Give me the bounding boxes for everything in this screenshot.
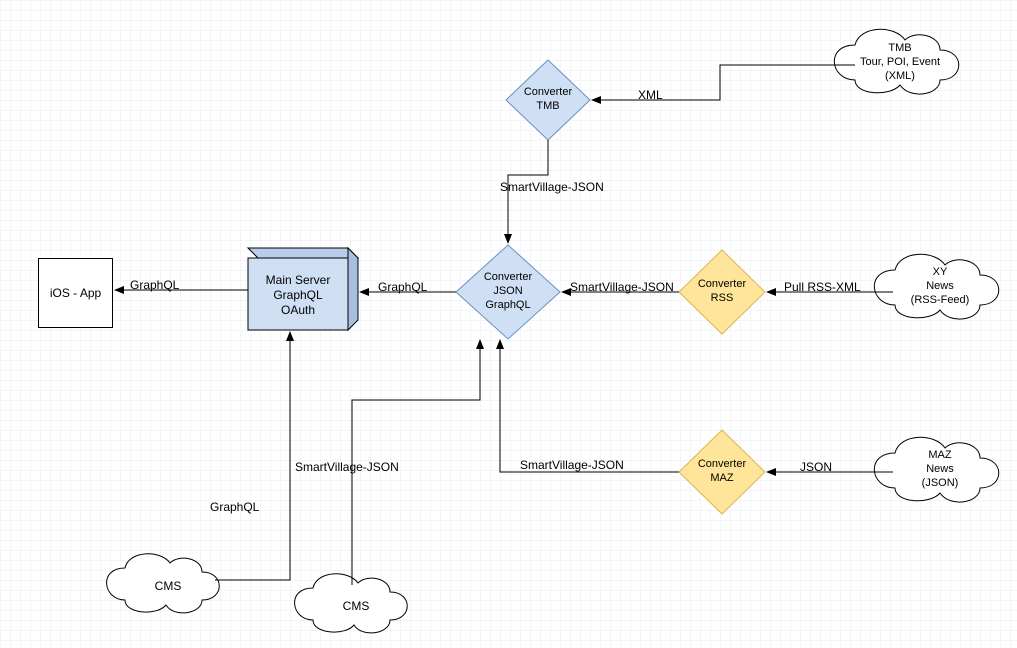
edge-xml: XML: [638, 88, 663, 102]
ios-app-box: iOS - App: [38, 258, 113, 328]
edge-graphql-cms: GraphQL: [210, 500, 259, 514]
cloud-xy-l1: XY: [933, 266, 948, 280]
cloud-cms1-label: CMS: [118, 572, 218, 600]
edge-json: JSON: [800, 460, 832, 474]
cloud-xy-label: XY News (RSS-Feed): [880, 262, 1000, 312]
cloud-tmb-l1: TMB: [888, 42, 911, 56]
edge-graphql-app: GraphQL: [130, 278, 179, 292]
edge-svjson-maz: SmartVillage-JSON: [520, 458, 624, 472]
conv-json-label: Converter JSON GraphQL: [460, 268, 556, 316]
cloud-tmb-l2: Tour, POI, Event: [860, 56, 940, 70]
main-server-label: Main Server GraphQL OAuth: [250, 268, 346, 323]
conv-maz-label: Converter MAZ: [682, 452, 762, 492]
cloud-xy-l3: (RSS-Feed): [911, 294, 970, 308]
edge-svjson-tmb: SmartVillage-JSON: [500, 180, 604, 194]
cloud-maz-label: MAZ News (JSON): [880, 445, 1000, 495]
cloud-cms2-label: CMS: [306, 592, 406, 620]
conv-rss-label: Converter RSS: [682, 272, 762, 312]
conv-tmb-label: Converter TMB: [506, 80, 590, 120]
cloud-maz-l3: (JSON): [922, 477, 959, 491]
cloud-maz-l1: MAZ: [928, 449, 951, 463]
edge-graphql-conv: GraphQL: [378, 280, 427, 294]
edge-pull-rss: Pull RSS-XML: [784, 280, 861, 294]
edge-svjson-rss: SmartVillage-JSON: [570, 280, 674, 294]
cloud-maz-l2: News: [926, 463, 954, 477]
cloud-tmb-label: TMB Tour, POI, Event (XML): [840, 38, 960, 88]
main-server-l2: GraphQL: [273, 288, 322, 303]
main-server-l3: OAuth: [281, 303, 315, 318]
ios-app-label: iOS - App: [50, 286, 101, 301]
cloud-tmb-l3: (XML): [885, 70, 915, 84]
cloud-xy-l2: News: [926, 280, 954, 294]
main-server-l1: Main Server: [266, 273, 331, 288]
edge-svjson-cms: SmartVillage-JSON: [295, 460, 399, 474]
